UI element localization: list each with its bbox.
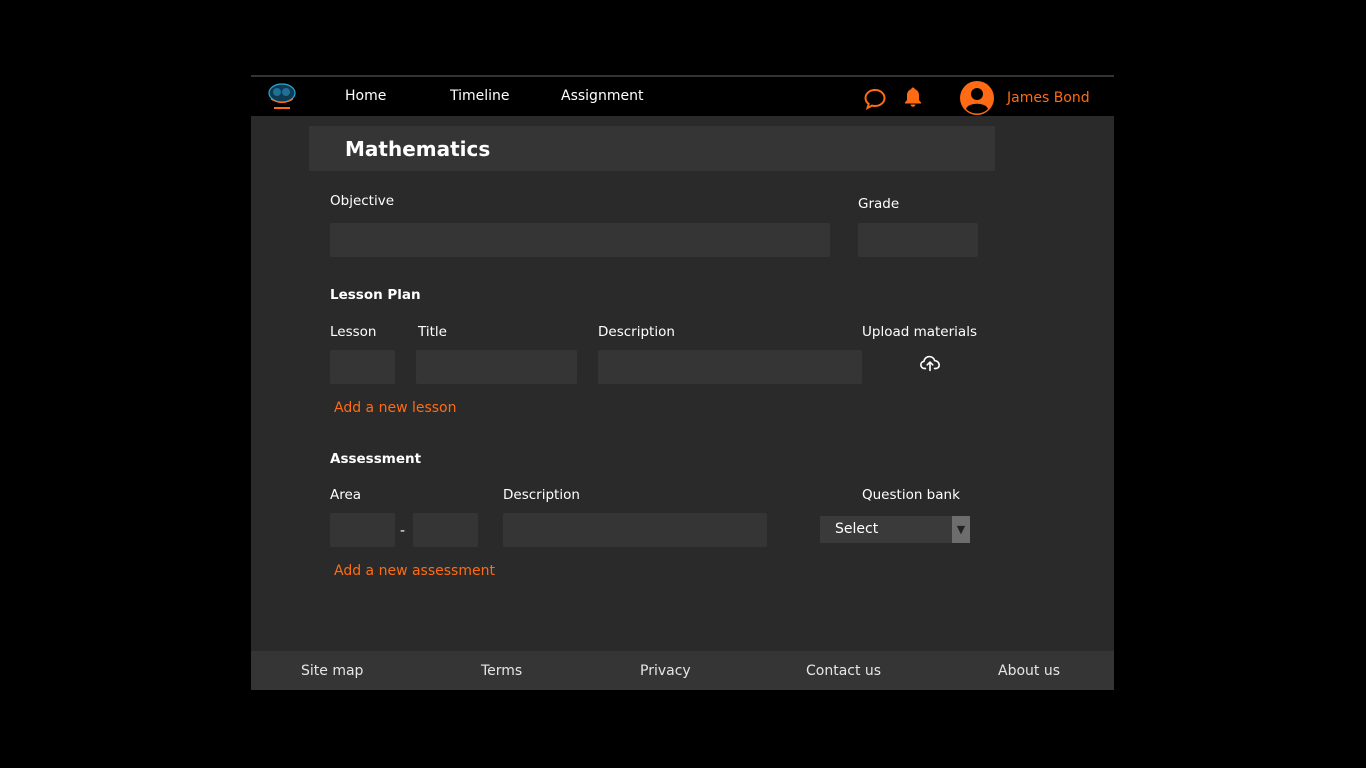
nav-assignment[interactable]: Assignment <box>561 88 643 104</box>
area-separator: - <box>400 523 406 539</box>
app-window: Home Timeline Assignment James Bond Math… <box>251 75 1114 690</box>
area-from-input[interactable] <box>330 513 395 547</box>
user-name[interactable]: James Bond <box>1007 90 1090 106</box>
footer-terms[interactable]: Terms <box>481 663 522 679</box>
nav-timeline[interactable]: Timeline <box>450 88 510 104</box>
area-to-input[interactable] <box>413 513 478 547</box>
chat-bubble-icon[interactable] <box>863 87 887 111</box>
objective-input[interactable] <box>330 223 830 257</box>
lesson-description-label: Description <box>598 324 675 340</box>
footer-contact-us[interactable]: Contact us <box>806 663 881 679</box>
assessment-description-label: Description <box>503 487 580 503</box>
lesson-label: Lesson <box>330 324 377 340</box>
area-label: Area <box>330 487 362 503</box>
upload-materials-label: Upload materials <box>862 324 977 340</box>
footer-about-us[interactable]: About us <box>998 663 1060 679</box>
app-logo[interactable] <box>265 79 299 113</box>
grade-input[interactable] <box>858 223 978 257</box>
grade-label: Grade <box>858 196 900 212</box>
lesson-title-input[interactable] <box>416 350 577 384</box>
nav-home[interactable]: Home <box>345 88 386 104</box>
footer-privacy[interactable]: Privacy <box>640 663 691 679</box>
assessment-description-input[interactable] <box>503 513 767 547</box>
question-bank-label: Question bank <box>862 487 960 503</box>
footer: Site map Terms Privacy Contact us About … <box>251 651 1114 690</box>
lesson-plan-heading: Lesson Plan <box>330 287 421 303</box>
lesson-number-input[interactable] <box>330 350 395 384</box>
lesson-description-input[interactable] <box>598 350 862 384</box>
lesson-title-label: Title <box>418 324 447 340</box>
page-title-bar: Mathematics <box>309 126 995 171</box>
footer-site-map[interactable]: Site map <box>301 663 363 679</box>
question-bank-select-value: Select <box>835 521 879 537</box>
question-bank-select[interactable]: Select ▼ <box>820 516 970 543</box>
bell-icon[interactable] <box>901 85 925 109</box>
add-assessment-link[interactable]: Add a new assessment <box>334 563 495 579</box>
user-avatar-icon[interactable] <box>960 81 994 115</box>
cloud-upload-icon[interactable] <box>919 352 941 374</box>
page-title: Mathematics <box>345 137 491 161</box>
add-lesson-link[interactable]: Add a new lesson <box>334 400 457 416</box>
objective-label: Objective <box>330 193 395 209</box>
top-nav-bar: Home Timeline Assignment James Bond <box>251 75 1114 116</box>
assessment-heading: Assessment <box>330 451 422 467</box>
dropdown-arrow-icon[interactable]: ▼ <box>952 516 970 543</box>
